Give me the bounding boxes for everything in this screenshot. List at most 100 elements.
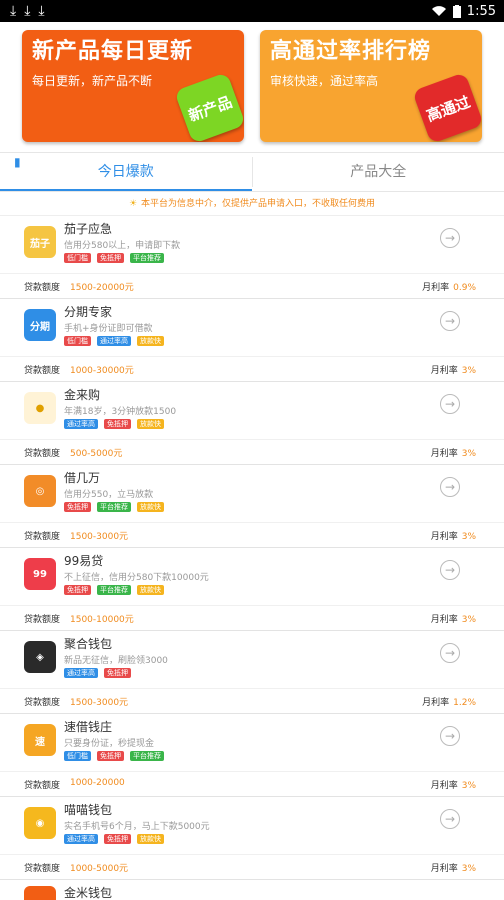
amount-label: 贷款额度 bbox=[24, 781, 61, 791]
lightbulb-icon: ☀ bbox=[128, 199, 138, 209]
amount-value: 500-5000元 bbox=[70, 449, 123, 459]
product-name: 速借钱庄 bbox=[64, 720, 113, 734]
list-item[interactable]: ◎ 借几万 信用分550，立马放款 免抵押 平台推荐 放款快 → 贷款额度 1500… bbox=[0, 465, 504, 548]
chevron-right-icon[interactable]: → bbox=[440, 311, 460, 331]
new-products-banner[interactable]: 新产品每日更新 每日更新，新产品不断 新产品 bbox=[22, 30, 244, 142]
app-icon: 茄子 bbox=[24, 226, 56, 258]
chevron-right-icon[interactable]: → bbox=[440, 228, 460, 248]
download-icon: ⤓ bbox=[10, 3, 17, 19]
app-icon: ◉ bbox=[24, 807, 56, 839]
app-icon bbox=[24, 886, 56, 900]
list-item[interactable]: ◈ 聚合钱包 新品无征信，刷脸领3000 通过率高 免抵押 → 贷款额度 1500… bbox=[0, 631, 504, 714]
banner-title: 高通过率排行榜 bbox=[270, 39, 432, 64]
amount-label: 贷款额度 bbox=[24, 864, 61, 874]
rate-field: 月利率 3% bbox=[431, 446, 476, 459]
rate-value: 3% bbox=[461, 864, 476, 874]
rate-label: 月利率 bbox=[422, 698, 450, 708]
rate-label: 月利率 bbox=[422, 283, 450, 293]
feature-tag: 免抵押 bbox=[104, 668, 131, 678]
rate-value: 3% bbox=[461, 366, 476, 376]
product-list: 茄子 茄子应急 信用分580以上，申请即下款 低门槛 免抵押 平台推荐 → 贷款额度… bbox=[0, 216, 504, 880]
feature-tag: 免抵押 bbox=[104, 834, 131, 844]
rate-field: 月利率 3% bbox=[431, 861, 476, 874]
amount-value: 1000-20000 bbox=[70, 778, 125, 788]
list-item[interactable]: 99 99易贷 不上征信，信用分580下款10000元 免抵押 平台推荐 放款快 →… bbox=[0, 548, 504, 631]
product-desc: 年满18岁，3分钟放款1500 bbox=[64, 407, 177, 417]
rate-label: 月利率 bbox=[430, 532, 458, 542]
notice-bar: ☀ 本平台为信息中介，仅提供产品申请入口，不收取任何费用 bbox=[0, 192, 504, 216]
tag-row: 免抵押 平台推荐 放款快 bbox=[64, 502, 164, 512]
product-desc: 新品无征信，刷脸领3000 bbox=[64, 656, 168, 666]
chevron-right-icon[interactable]: → bbox=[440, 394, 460, 414]
feature-tag: 免抵押 bbox=[64, 585, 91, 595]
feature-tag: 放款快 bbox=[137, 502, 164, 512]
tab-bar: ▮ 今日爆款 产品大全 bbox=[0, 152, 504, 192]
app-icon: 分期 bbox=[24, 309, 56, 341]
banner-title: 新产品每日更新 bbox=[32, 39, 194, 64]
product-name: 99易贷 bbox=[64, 554, 104, 568]
feature-tag: 平台推荐 bbox=[130, 751, 164, 761]
product-name: 茄子应急 bbox=[64, 222, 113, 236]
tag-row: 通过率高 免抵押 bbox=[64, 668, 131, 678]
feature-tag: 放款快 bbox=[137, 419, 164, 429]
rate-field: 月利率 1.2% bbox=[422, 695, 476, 708]
chevron-right-icon[interactable]: → bbox=[440, 643, 460, 663]
tag-row: 低门槛 通过率高 放款快 bbox=[64, 336, 164, 346]
rate-label: 月利率 bbox=[430, 366, 458, 376]
rate-label: 月利率 bbox=[430, 615, 458, 625]
tab-today-hot[interactable]: 今日爆款 bbox=[0, 153, 252, 191]
feature-tag: 通过率高 bbox=[97, 336, 131, 346]
rate-value: 3% bbox=[461, 615, 476, 625]
feature-tag: 放款快 bbox=[137, 834, 164, 844]
high-approval-banner[interactable]: 高通过率排行榜 审核快速，通过率高 高通过 bbox=[260, 30, 482, 142]
product-name: 分期专家 bbox=[64, 305, 113, 319]
list-item[interactable]: 分期 分期专家 手机+身份证即可借款 低门槛 通过率高 放款快 → 贷款额度 100… bbox=[0, 299, 504, 382]
rate-value: 3% bbox=[461, 449, 476, 459]
feature-tag: 放款快 bbox=[137, 336, 164, 346]
app-icon: 99 bbox=[24, 558, 56, 590]
rate-field: 月利率 3% bbox=[431, 612, 476, 625]
rate-value: 0.9% bbox=[453, 283, 476, 293]
chevron-right-icon[interactable]: → bbox=[440, 560, 460, 580]
product-desc: 信用分550，立马放款 bbox=[64, 490, 154, 500]
amount-label: 贷款额度 bbox=[24, 283, 61, 293]
list-item[interactable]: 金米钱包 bbox=[0, 880, 504, 900]
download-icon: ⤓ bbox=[38, 3, 45, 19]
rate-field: 月利率 3% bbox=[431, 529, 476, 542]
rate-field: 月利率 3% bbox=[431, 363, 476, 376]
bookmark-icon: ▮ bbox=[14, 155, 21, 169]
app-icon: ◈ bbox=[24, 641, 56, 673]
app-icon: ◎ bbox=[24, 475, 56, 507]
notice-text: 本平台为信息中介，仅提供产品申请入口，不收取任何费用 bbox=[141, 199, 376, 209]
amount-value: 1500-3000元 bbox=[70, 698, 129, 708]
amount-value: 1500-3000元 bbox=[70, 532, 129, 542]
rate-field: 月利率 3% bbox=[431, 778, 476, 791]
list-item[interactable]: ◉ 喵喵钱包 实名手机号6个月，马上下款5000元 通过率高 免抵押 放款快 → 贷… bbox=[0, 797, 504, 880]
rate-value: 1.2% bbox=[453, 698, 476, 708]
amount-label: 贷款额度 bbox=[24, 449, 61, 459]
list-item[interactable]: 茄子 茄子应急 信用分580以上，申请即下款 低门槛 免抵押 平台推荐 → 贷款额度… bbox=[0, 216, 504, 299]
product-desc: 手机+身份证即可借款 bbox=[64, 324, 153, 334]
product-desc: 只要身份证，秒提现金 bbox=[64, 739, 155, 749]
list-item[interactable]: ● 金来购 年满18岁，3分钟放款1500 通过率高 免抵押 放款快 → 贷款额度 … bbox=[0, 382, 504, 465]
amount-value: 1000-5000元 bbox=[70, 864, 129, 874]
chevron-right-icon[interactable]: → bbox=[440, 809, 460, 829]
rate-value: 3% bbox=[461, 781, 476, 791]
download-icon: ⤓ bbox=[24, 3, 31, 19]
amount-label: 贷款额度 bbox=[24, 366, 61, 376]
tab-all-products[interactable]: 产品大全 bbox=[253, 153, 504, 191]
tag-row: 通过率高 免抵押 放款快 bbox=[64, 834, 164, 844]
product-name: 聚合钱包 bbox=[64, 637, 113, 651]
list-item[interactable]: 速 速借钱庄 只要身份证，秒提现金 低门槛 免抵押 平台推荐 → 贷款额度 1000… bbox=[0, 714, 504, 797]
feature-tag: 低门槛 bbox=[64, 253, 91, 263]
app-icon: 速 bbox=[24, 724, 56, 756]
product-name: 金来购 bbox=[64, 388, 101, 402]
feature-tag: 通过率高 bbox=[64, 668, 98, 678]
status-bar: ⤓ ⤓ ⤓ 1:55 bbox=[0, 0, 504, 22]
chevron-right-icon[interactable]: → bbox=[440, 726, 460, 746]
feature-tag: 通过率高 bbox=[64, 834, 98, 844]
feature-tag: 平台推荐 bbox=[97, 585, 131, 595]
amount-value: 1000-30000元 bbox=[70, 366, 134, 376]
tag-row: 通过率高 免抵押 放款快 bbox=[64, 419, 164, 429]
chevron-right-icon[interactable]: → bbox=[440, 477, 460, 497]
